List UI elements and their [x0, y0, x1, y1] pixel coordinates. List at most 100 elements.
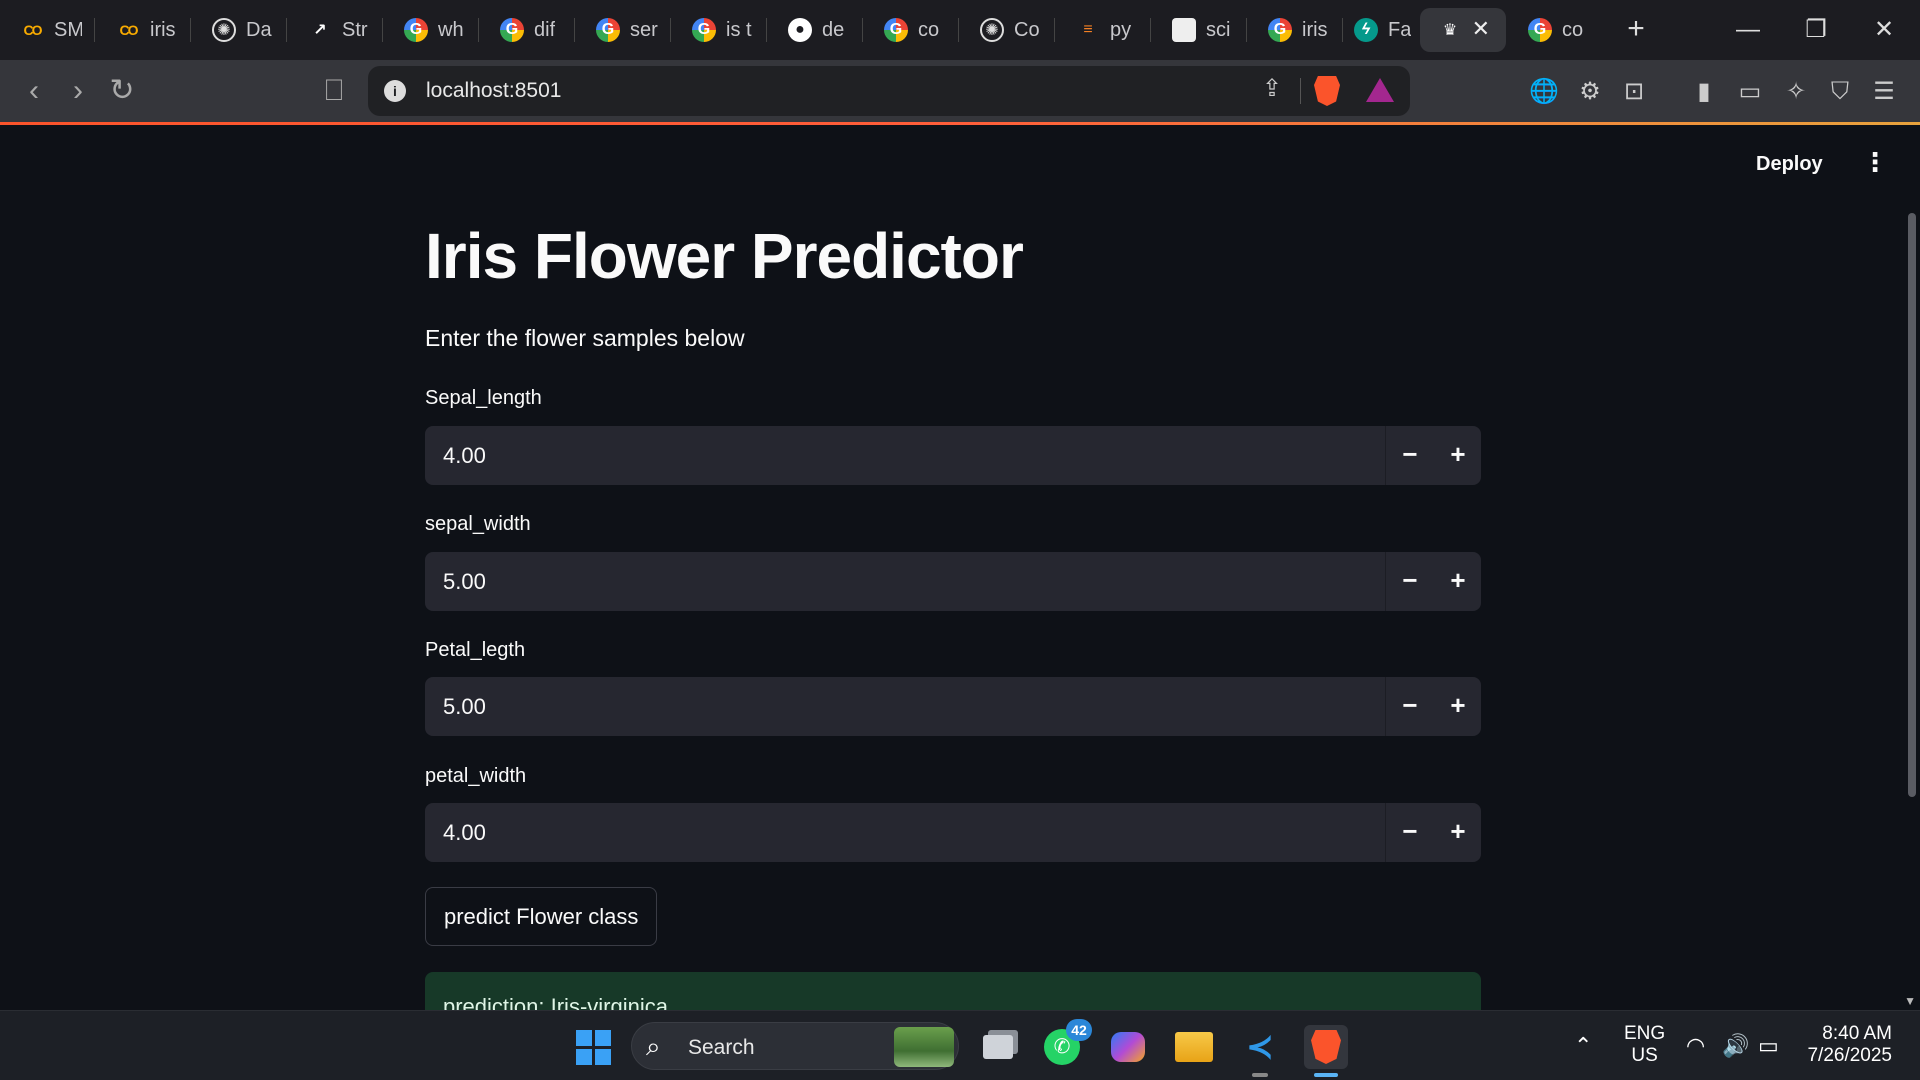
- date-text: 7/26/2025: [1807, 1045, 1892, 1066]
- copilot-icon[interactable]: [1106, 1025, 1150, 1069]
- google-icon: G: [500, 18, 524, 42]
- tab-title: is t: [726, 18, 752, 41]
- prediction-text: prediction: Iris-virginica: [443, 994, 668, 1010]
- decrement-button[interactable]: −: [1386, 426, 1434, 485]
- tab-title: Fa: [1388, 18, 1412, 41]
- colab-icon: CO: [23, 22, 43, 38]
- file-explorer-icon[interactable]: [1172, 1025, 1216, 1069]
- decrement-button[interactable]: −: [1386, 552, 1434, 611]
- wallet-icon[interactable]: ▭: [1732, 74, 1768, 110]
- close-window-button[interactable]: ✕: [1864, 10, 1904, 50]
- decrement-button[interactable]: −: [1386, 803, 1434, 862]
- petal-length-input[interactable]: 5.00 − +: [425, 677, 1481, 736]
- start-button[interactable]: [571, 1025, 615, 1069]
- new-tab-button[interactable]: +: [1618, 12, 1654, 48]
- search-highlight-image[interactable]: [894, 1027, 954, 1067]
- tab-10[interactable]: Gco: [864, 8, 958, 52]
- tab-8[interactable]: Gis t: [672, 8, 766, 52]
- tab-last[interactable]: G co: [1508, 8, 1608, 52]
- brave-shields-icon[interactable]: [1314, 76, 1340, 106]
- sepal-length-input[interactable]: 4.00 − +: [425, 426, 1481, 485]
- extensions-icon[interactable]: ⚙: [1572, 74, 1608, 110]
- tab-4[interactable]: ↗ Str: [288, 8, 382, 52]
- translate-icon[interactable]: 🌐: [1526, 74, 1562, 110]
- chatgpt-icon: ✺: [212, 18, 236, 42]
- input-value[interactable]: 4.00: [443, 443, 486, 469]
- input-value[interactable]: 4.00: [443, 820, 486, 846]
- tab-14[interactable]: Giris: [1248, 8, 1342, 52]
- tab-title: SM: [54, 18, 82, 41]
- google-icon: G: [1268, 18, 1292, 42]
- sidebar-icon[interactable]: ▮: [1686, 74, 1722, 110]
- site-info-icon[interactable]: i: [384, 80, 406, 102]
- leo-ai-icon[interactable]: ✧: [1778, 74, 1814, 110]
- stepper: − +: [1385, 803, 1481, 862]
- taskbar-search[interactable]: ⌕ Search: [631, 1022, 959, 1070]
- tab-title: co: [918, 18, 940, 41]
- restore-button[interactable]: ❐: [1796, 10, 1836, 50]
- tab-separator: [862, 18, 863, 42]
- increment-button[interactable]: +: [1434, 552, 1482, 611]
- stackoverflow-icon: ≡: [1083, 21, 1093, 38]
- tab-6[interactable]: Gdif: [480, 8, 574, 52]
- menu-icon[interactable]: ☰: [1866, 74, 1902, 110]
- increment-button[interactable]: +: [1434, 426, 1482, 485]
- tab-separator: [574, 18, 575, 42]
- predict-button[interactable]: predict Flower class: [425, 887, 658, 946]
- tab-active[interactable]: ♛ ✕: [1420, 8, 1506, 52]
- increment-button[interactable]: +: [1434, 677, 1482, 736]
- vscode-icon[interactable]: ≺: [1238, 1025, 1282, 1077]
- tab-12[interactable]: ≡ py: [1056, 8, 1150, 52]
- bookmark-button[interactable]: ⎕: [314, 72, 354, 112]
- sepal-width-input[interactable]: 5.00 − +: [425, 552, 1481, 611]
- show-hidden-icons-chevron[interactable]: ⌃: [1574, 1033, 1592, 1059]
- scroll-down-arrow-icon[interactable]: ▼: [1904, 994, 1916, 1008]
- tab-11[interactable]: ✺ Co: [960, 8, 1054, 52]
- scrollbar[interactable]: [1908, 213, 1916, 797]
- close-tab-icon[interactable]: ✕: [1472, 16, 1490, 42]
- app-page: Deploy ⋮ ▼ Iris Flower Predictor Enter t…: [0, 125, 1920, 1010]
- whatsapp-icon[interactable]: ✆ 42: [1040, 1019, 1092, 1069]
- url-text[interactable]: localhost:8501: [426, 79, 561, 103]
- tab-separator: [382, 18, 383, 42]
- tab-2[interactable]: CO iris: [96, 8, 190, 52]
- input-value[interactable]: 5.00: [443, 694, 486, 720]
- forward-button[interactable]: ›: [58, 72, 98, 112]
- volume-icon[interactable]: 🔊: [1722, 1033, 1749, 1059]
- language-indicator[interactable]: ENG US: [1624, 1023, 1665, 1067]
- address-bar[interactable]: i localhost:8501 ⇪: [368, 66, 1410, 116]
- tab-7[interactable]: Gser: [576, 8, 670, 52]
- tab-13[interactable]: sci: [1152, 8, 1246, 52]
- prediction-result: prediction: Iris-virginica: [425, 972, 1481, 1010]
- tab-3[interactable]: ✺ Da: [192, 8, 286, 52]
- increment-button[interactable]: +: [1434, 803, 1482, 862]
- battery-icon[interactable]: ▭: [1758, 1033, 1779, 1059]
- clock[interactable]: 8:40 AM 7/26/2025: [1800, 1023, 1892, 1067]
- tab-separator: [94, 18, 95, 42]
- back-button[interactable]: ‹: [14, 72, 54, 112]
- tab-separator: [190, 18, 191, 42]
- search-label: Search: [688, 1036, 755, 1059]
- brave-taskbar-icon[interactable]: [1304, 1025, 1348, 1077]
- chatgpt-icon: ✺: [980, 18, 1004, 42]
- field-label-petal-width: petal_width: [425, 765, 527, 787]
- share-icon[interactable]: ⇪: [1262, 74, 1282, 103]
- tab-9[interactable]: ● de: [768, 8, 862, 52]
- petal-width-input[interactable]: 4.00 − +: [425, 803, 1481, 862]
- deploy-button[interactable]: Deploy: [1756, 153, 1823, 176]
- tab-1[interactable]: CO SM: [0, 8, 94, 52]
- tab-5[interactable]: Gwh: [384, 8, 478, 52]
- tab-15[interactable]: ϟ Fa: [1334, 8, 1428, 52]
- task-view-icon[interactable]: [976, 1025, 1020, 1069]
- running-indicator: [1252, 1073, 1268, 1077]
- wifi-icon[interactable]: ◠: [1686, 1033, 1705, 1059]
- minimize-button[interactable]: —: [1728, 10, 1768, 50]
- vpn-shield-icon[interactable]: ⛉: [1822, 74, 1858, 110]
- main-menu-icon[interactable]: ⋮: [1862, 147, 1888, 177]
- input-value[interactable]: 5.00: [443, 569, 486, 595]
- brave-rewards-icon[interactable]: [1366, 78, 1394, 102]
- screenshot-icon[interactable]: ⊡: [1616, 74, 1652, 110]
- reload-button[interactable]: ↻: [102, 72, 142, 112]
- decrement-button[interactable]: −: [1386, 677, 1434, 736]
- browser-toolbar: ‹ › ↻ ⎕ i localhost:8501 ⇪ 🌐 ⚙ ⊡ ▮ ▭ ✧ ⛉ ☰: [0, 60, 1920, 122]
